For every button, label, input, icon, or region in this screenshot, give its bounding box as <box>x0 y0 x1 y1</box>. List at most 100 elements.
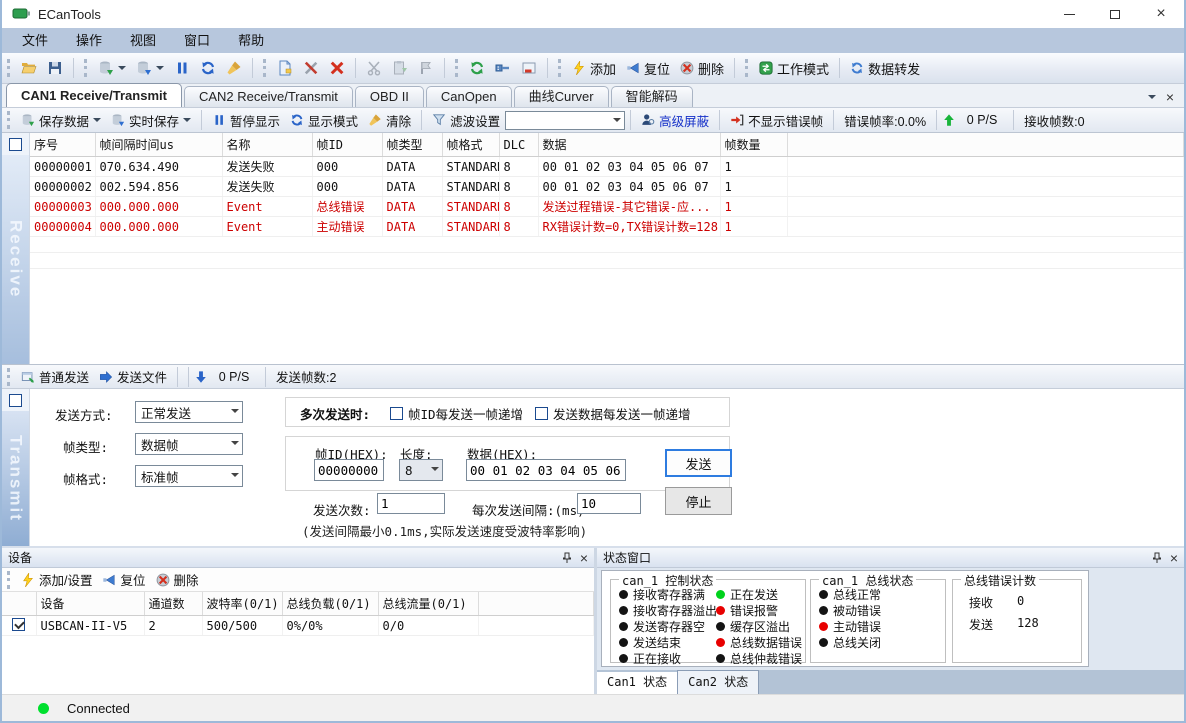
data-hex-input[interactable] <box>466 459 626 481</box>
paste-button[interactable] <box>387 58 413 78</box>
refresh-button[interactable] <box>195 58 221 78</box>
device-add-setup-button[interactable]: 添加/设置 <box>16 568 97 591</box>
close-button[interactable]: × <box>1138 0 1184 28</box>
menu-file[interactable]: 文件 <box>8 28 62 53</box>
table-row-error[interactable]: 00000003000.000.000Event总线错误DATASTANDARD… <box>30 197 1184 217</box>
device-reset-button[interactable]: 复位 <box>97 568 150 591</box>
close-panel-icon[interactable]: × <box>580 552 588 564</box>
toolbar-separator <box>73 58 74 78</box>
cut-button[interactable] <box>361 58 387 78</box>
realtime-save-button[interactable]: 实时保存 <box>106 109 196 132</box>
filter-settings-button[interactable]: 滤波设置 <box>427 109 505 132</box>
col-header[interactable]: 通道数 <box>144 592 202 616</box>
status-whitebox: can_1 控制状态 接收寄存器满 接收寄存器溢出 发送寄存器空 发送结束 正在… <box>601 570 1089 667</box>
col-header[interactable]: 序号 <box>30 133 95 157</box>
tab-can2[interactable]: CAN2 Receive/Transmit <box>184 86 353 107</box>
close-tab-icon[interactable]: × <box>1166 91 1174 103</box>
clear-button[interactable] <box>221 58 247 78</box>
menu-help[interactable]: 帮助 <box>224 28 278 53</box>
usb-button[interactable] <box>490 58 516 78</box>
tab-smart-decode[interactable]: 智能解码 <box>611 86 693 107</box>
settings-tools-button[interactable] <box>298 58 324 78</box>
hide-window-button[interactable] <box>516 58 542 78</box>
pin-icon[interactable] <box>562 552 572 564</box>
advanced-mask-button[interactable]: 高级屏蔽 <box>636 109 714 132</box>
pin-icon[interactable] <box>1152 552 1162 564</box>
col-header[interactable]: 帧格式 <box>442 133 499 157</box>
col-header[interactable]: 帧ID <box>312 133 382 157</box>
inc-frame-id-checkbox[interactable] <box>390 407 403 420</box>
length-select[interactable]: 8 <box>399 459 443 481</box>
refresh-icon <box>290 113 304 127</box>
transmit-select-all-checkbox[interactable] <box>9 394 22 407</box>
frame-id-input[interactable] <box>314 459 384 481</box>
database-save-icon <box>21 113 35 127</box>
flag-button[interactable] <box>413 58 439 78</box>
normal-send-button[interactable]: 普通发送 <box>16 365 94 388</box>
reconnect-button[interactable] <box>464 58 490 78</box>
frame-type-select[interactable]: 数据帧 <box>135 433 243 455</box>
col-header[interactable]: 帧数量 <box>720 133 787 157</box>
tab-obd2[interactable]: OBD II <box>355 86 424 107</box>
cell: 8 <box>499 177 538 197</box>
cell: Event <box>222 217 312 237</box>
filter-combobox[interactable] <box>505 111 625 130</box>
pause-display-button[interactable]: 暂停显示 <box>207 109 285 132</box>
reset-device-button[interactable]: 复位 <box>621 57 675 80</box>
tab-can1[interactable]: CAN1 Receive/Transmit <box>6 83 182 107</box>
data-forward-button[interactable]: 数据转发 <box>845 57 925 80</box>
device-delete-button[interactable]: 删除 <box>151 568 204 591</box>
broom-icon <box>226 60 242 76</box>
save-data-dropdown-button[interactable] <box>93 58 131 78</box>
send-mode-select[interactable]: 正常发送 <box>135 401 243 423</box>
col-header[interactable]: 帧间隔时间us <box>95 133 222 157</box>
inc-data-checkbox[interactable] <box>535 407 548 420</box>
table-row[interactable]: 00000002002.594.856发送失败000DATASTANDARD80… <box>30 177 1184 197</box>
tab-can2-status[interactable]: Can2 状态 <box>677 670 759 694</box>
menu-view[interactable]: 视图 <box>116 28 170 53</box>
col-header[interactable]: 总线负载(0/1) <box>282 592 378 616</box>
tab-canopen[interactable]: CanOpen <box>426 86 512 107</box>
frame-format-label: 帧格式: <box>63 469 108 488</box>
menu-operate[interactable]: 操作 <box>62 28 116 53</box>
interval-input[interactable] <box>577 493 641 514</box>
device-row[interactable]: USBCAN-II-V5 2 500/500 0%/0% 0/0 <box>2 616 594 636</box>
col-header[interactable]: DLC <box>499 133 538 157</box>
maximize-button[interactable] <box>1092 0 1138 28</box>
hide-error-frames-button[interactable]: 不显示错误帧 <box>725 109 828 132</box>
table-row[interactable]: 00000001070.634.490发送失败000DATASTANDARD80… <box>30 157 1184 177</box>
minimize-button[interactable] <box>1046 0 1092 28</box>
col-header[interactable]: 波特率(0/1) <box>202 592 282 616</box>
tab-can1-status[interactable]: Can1 状态 <box>597 672 677 694</box>
frame-format-select[interactable]: 标准帧 <box>135 465 243 487</box>
col-header[interactable]: 总线流量(0/1) <box>378 592 478 616</box>
save-file-button[interactable] <box>42 58 68 78</box>
device-enabled-checkbox[interactable] <box>12 618 25 631</box>
table-row-error[interactable]: 00000004000.000.000Event主动错误DATASTANDARD… <box>30 217 1184 237</box>
clear-list-button[interactable]: 清除 <box>363 109 416 132</box>
remove-device-button[interactable]: 删除 <box>675 57 729 80</box>
toolbar-grip <box>84 59 89 77</box>
display-mode-button[interactable]: 显示模式 <box>285 109 363 132</box>
col-header[interactable]: 数据 <box>538 133 720 157</box>
new-config-button[interactable] <box>272 58 298 78</box>
pause-button[interactable] <box>169 58 195 78</box>
close-panel-icon[interactable]: × <box>1170 552 1178 564</box>
stop-button[interactable]: 停止 <box>665 487 732 515</box>
delete-device-button[interactable] <box>324 58 350 78</box>
save-data-button[interactable]: 保存数据 <box>16 109 106 132</box>
tab-list-dropdown-icon[interactable] <box>1148 95 1156 103</box>
col-header[interactable]: 设备 <box>36 592 144 616</box>
send-times-input[interactable] <box>377 493 445 514</box>
add-device-button[interactable]: 添加 <box>567 57 621 80</box>
work-mode-button[interactable]: 工作模式 <box>754 57 834 80</box>
receive-select-all-checkbox[interactable] <box>9 138 22 151</box>
send-file-button[interactable]: 发送文件 <box>94 365 172 388</box>
auto-save-dropdown-button[interactable] <box>131 58 169 78</box>
open-file-button[interactable] <box>16 58 42 78</box>
send-button[interactable]: 发送 <box>665 449 732 477</box>
col-header[interactable]: 帧类型 <box>382 133 442 157</box>
col-header[interactable]: 名称 <box>222 133 312 157</box>
tab-curver[interactable]: 曲线Curver <box>514 86 609 107</box>
menu-window[interactable]: 窗口 <box>170 28 224 53</box>
